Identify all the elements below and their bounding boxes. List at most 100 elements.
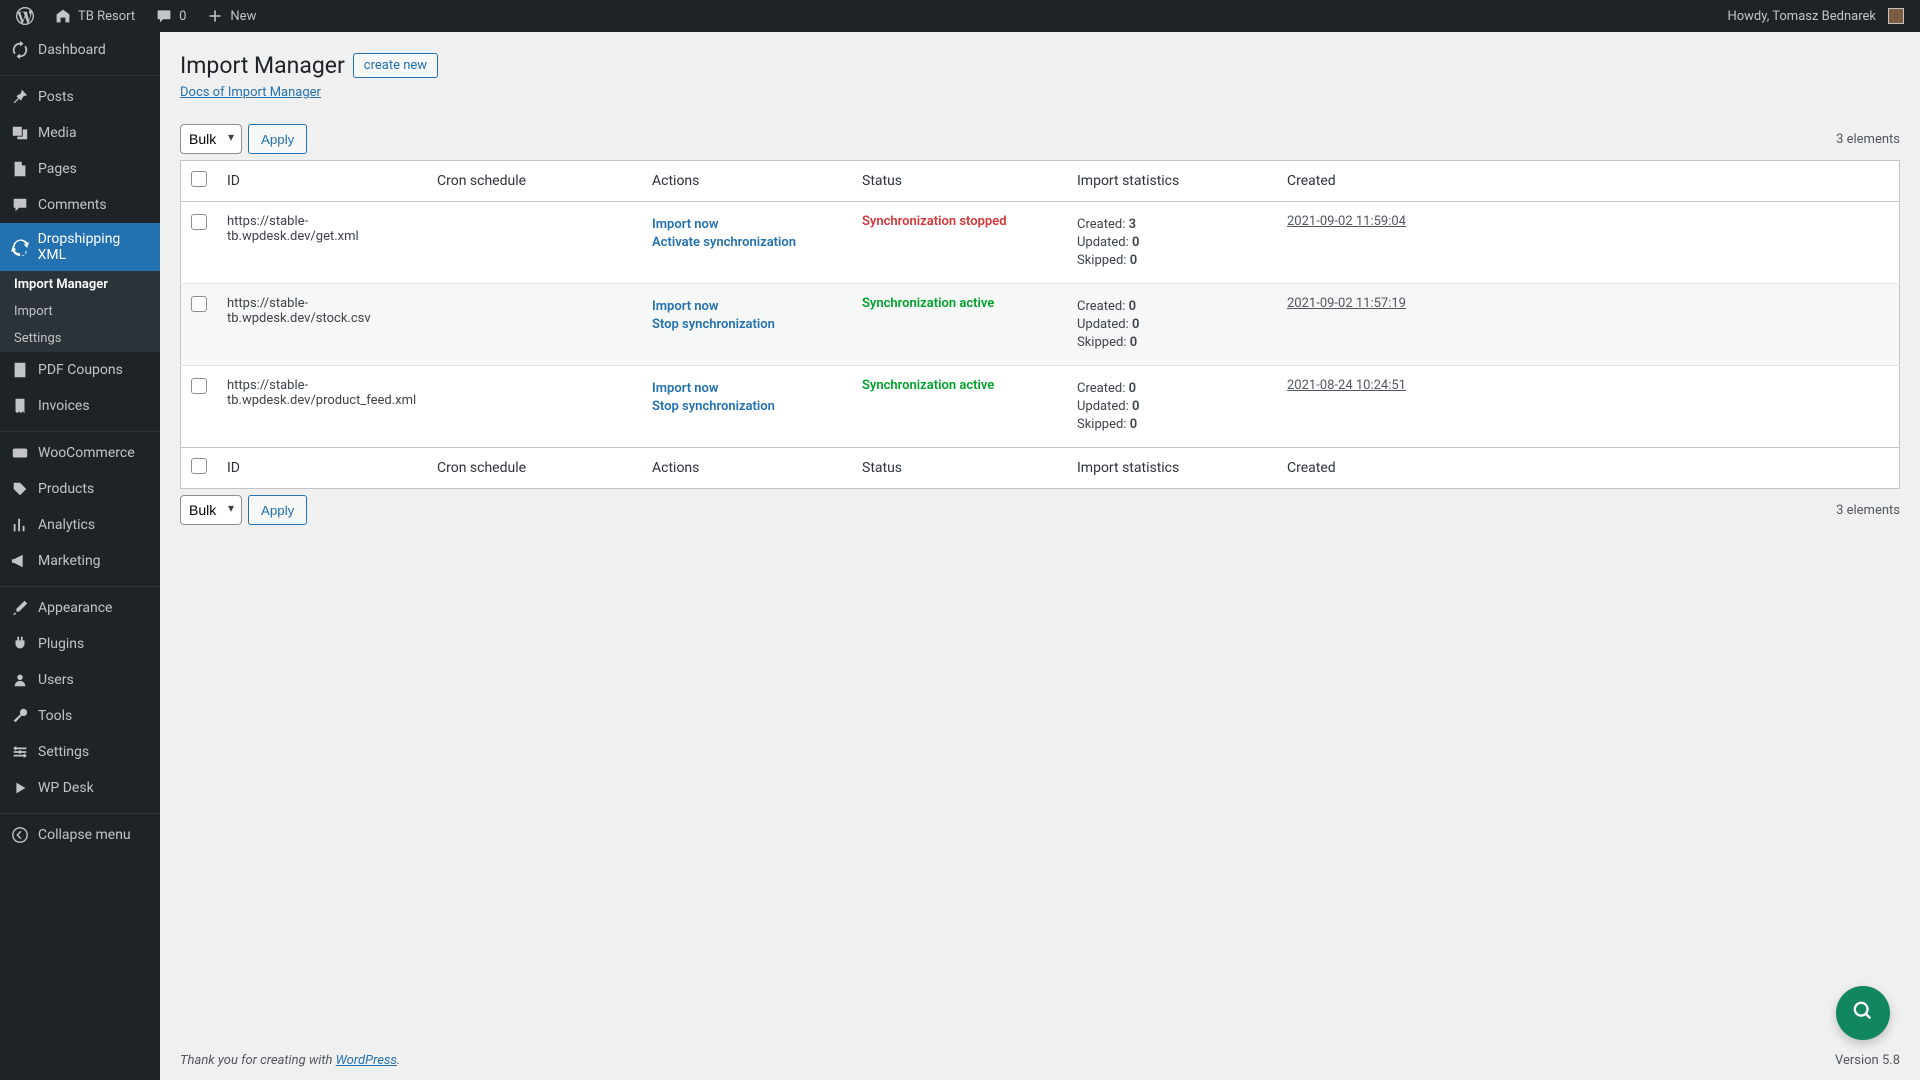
page-title: Import Manager bbox=[180, 52, 345, 79]
sidebar-item-dashboard[interactable]: Dashboard bbox=[0, 32, 160, 68]
bulk-actions-select[interactable]: Bulk bbox=[180, 124, 242, 154]
menu-label: Posts bbox=[38, 89, 74, 105]
submenu-import-manager[interactable]: Import Manager bbox=[0, 271, 160, 298]
submenu-import[interactable]: Import bbox=[0, 298, 160, 325]
stat-created: Created: 0 bbox=[1077, 299, 1267, 314]
sidebar-item-settings[interactable]: Settings bbox=[0, 734, 160, 770]
my-account-link[interactable]: Howdy, Tomasz Bednarek bbox=[1719, 0, 1912, 32]
select-all-checkbox[interactable] bbox=[191, 171, 207, 187]
sidebar-collapse[interactable]: Collapse menu bbox=[0, 817, 160, 853]
th-id[interactable]: ID bbox=[217, 161, 427, 202]
th-created[interactable]: Created bbox=[1277, 161, 1900, 202]
avatar-icon bbox=[1888, 8, 1904, 24]
sidebar-item-media[interactable]: Media bbox=[0, 115, 160, 151]
stat-skipped: Skipped: 0 bbox=[1077, 253, 1267, 268]
tf-cron[interactable]: Cron schedule bbox=[427, 448, 642, 489]
apply-button-top[interactable]: Apply bbox=[248, 124, 307, 154]
sidebar-item-comments[interactable]: Comments bbox=[0, 187, 160, 223]
row-checkbox[interactable] bbox=[191, 214, 207, 230]
elements-count-top: 3 elements bbox=[1836, 132, 1900, 147]
stop-sync-link[interactable]: Stop synchronization bbox=[652, 317, 842, 332]
menu-label: Tools bbox=[38, 708, 72, 724]
sidebar-item-dropshipping[interactable]: Dropshipping XML bbox=[0, 223, 160, 271]
footer-thanks: Thank you for creating with WordPress. bbox=[180, 1053, 400, 1068]
th-cron[interactable]: Cron schedule bbox=[427, 161, 642, 202]
site-name-link[interactable]: TB Resort bbox=[46, 0, 143, 32]
site-name-label: TB Resort bbox=[78, 9, 135, 24]
import-now-link[interactable]: Import now bbox=[652, 299, 842, 314]
tablenav-bottom: Bulk Apply 3 elements bbox=[180, 495, 1900, 525]
menu-label: Collapse menu bbox=[38, 827, 131, 843]
row-checkbox[interactable] bbox=[191, 296, 207, 312]
menu-label: Plugins bbox=[38, 636, 84, 652]
sidebar-item-posts[interactable]: Posts bbox=[0, 79, 160, 115]
tools-icon bbox=[10, 706, 30, 726]
new-label: New bbox=[230, 9, 256, 24]
adminbar-right: Howdy, Tomasz Bednarek bbox=[1719, 0, 1912, 32]
sidebar-item-users[interactable]: Users bbox=[0, 662, 160, 698]
sidebar-item-woocommerce[interactable]: WooCommerce bbox=[0, 435, 160, 471]
tf-created[interactable]: Created bbox=[1277, 448, 1900, 489]
created-timestamp: 2021-09-02 11:59:04 bbox=[1287, 214, 1406, 229]
sidebar-item-analytics[interactable]: Analytics bbox=[0, 507, 160, 543]
select-all-checkbox-foot[interactable] bbox=[191, 458, 207, 474]
comments-icon bbox=[10, 195, 30, 215]
stat-created: Created: 3 bbox=[1077, 217, 1267, 232]
wp-logo-menu[interactable] bbox=[8, 0, 42, 32]
sidebar-item-tools[interactable]: Tools bbox=[0, 698, 160, 734]
create-new-button[interactable]: create new bbox=[353, 53, 438, 78]
stat-skipped: Skipped: 0 bbox=[1077, 335, 1267, 350]
import-now-link[interactable]: Import now bbox=[652, 381, 842, 396]
bulk-actions-select-bottom[interactable]: Bulk bbox=[180, 495, 242, 525]
menu-label: Settings bbox=[38, 744, 89, 760]
table-row: https://stable-tb.wpdesk.dev/product_fee… bbox=[181, 366, 1900, 448]
comments-count: 0 bbox=[179, 9, 186, 24]
menu-label: Users bbox=[38, 672, 74, 688]
sidebar-item-pages[interactable]: Pages bbox=[0, 151, 160, 187]
menu-label: Comments bbox=[38, 197, 107, 213]
tf-id[interactable]: ID bbox=[217, 448, 427, 489]
menu-label: Dropshipping XML bbox=[38, 231, 150, 263]
sidebar-item-appearance[interactable]: Appearance bbox=[0, 590, 160, 626]
sidebar-item-wpdesk[interactable]: WP Desk bbox=[0, 770, 160, 806]
users-icon bbox=[10, 670, 30, 690]
analytics-icon bbox=[10, 515, 30, 535]
sidebar-item-pdf-coupons[interactable]: PDF Coupons bbox=[0, 352, 160, 388]
sync-icon bbox=[10, 237, 30, 257]
brush-icon bbox=[10, 598, 30, 618]
created-timestamp: 2021-08-24 10:24:51 bbox=[1287, 378, 1406, 393]
plugin-icon bbox=[10, 634, 30, 654]
search-icon bbox=[1852, 1000, 1874, 1026]
new-content-link[interactable]: New bbox=[198, 0, 264, 32]
status-badge: Synchronization stopped bbox=[862, 214, 1007, 229]
dashboard-icon bbox=[10, 40, 30, 60]
th-stats: Import statistics bbox=[1067, 161, 1277, 202]
comments-link[interactable]: 0 bbox=[147, 0, 194, 32]
wordpress-link[interactable]: WordPress bbox=[336, 1053, 397, 1068]
menu-separator bbox=[0, 427, 160, 432]
sidebar-item-plugins[interactable]: Plugins bbox=[0, 626, 160, 662]
table-row: https://stable-tb.wpdesk.dev/get.xml Imp… bbox=[181, 202, 1900, 284]
tf-status: Status bbox=[852, 448, 1067, 489]
tf-stats: Import statistics bbox=[1067, 448, 1277, 489]
stop-sync-link[interactable]: Stop synchronization bbox=[652, 399, 842, 414]
row-checkbox[interactable] bbox=[191, 378, 207, 394]
pin-icon bbox=[10, 87, 30, 107]
created-timestamp: 2021-09-02 11:57:19 bbox=[1287, 296, 1406, 311]
sidebar-item-invoices[interactable]: Invoices bbox=[0, 388, 160, 424]
sidebar-item-products[interactable]: Products bbox=[0, 471, 160, 507]
row-cron bbox=[427, 202, 642, 284]
sidebar-item-marketing[interactable]: Marketing bbox=[0, 543, 160, 579]
version-label: Version 5.8 bbox=[1835, 1053, 1900, 1068]
apply-button-bottom[interactable]: Apply bbox=[248, 495, 307, 525]
docs-link[interactable]: Docs of Import Manager bbox=[180, 85, 321, 100]
menu-label: Appearance bbox=[38, 600, 112, 616]
import-now-link[interactable]: Import now bbox=[652, 217, 842, 232]
stat-updated: Updated: 0 bbox=[1077, 317, 1267, 332]
megaphone-icon bbox=[10, 551, 30, 571]
activate-sync-link[interactable]: Activate synchronization bbox=[652, 235, 842, 250]
stat-created: Created: 0 bbox=[1077, 381, 1267, 396]
menu-separator bbox=[0, 71, 160, 76]
submenu-settings[interactable]: Settings bbox=[0, 325, 160, 352]
help-fab-button[interactable] bbox=[1836, 986, 1890, 1040]
